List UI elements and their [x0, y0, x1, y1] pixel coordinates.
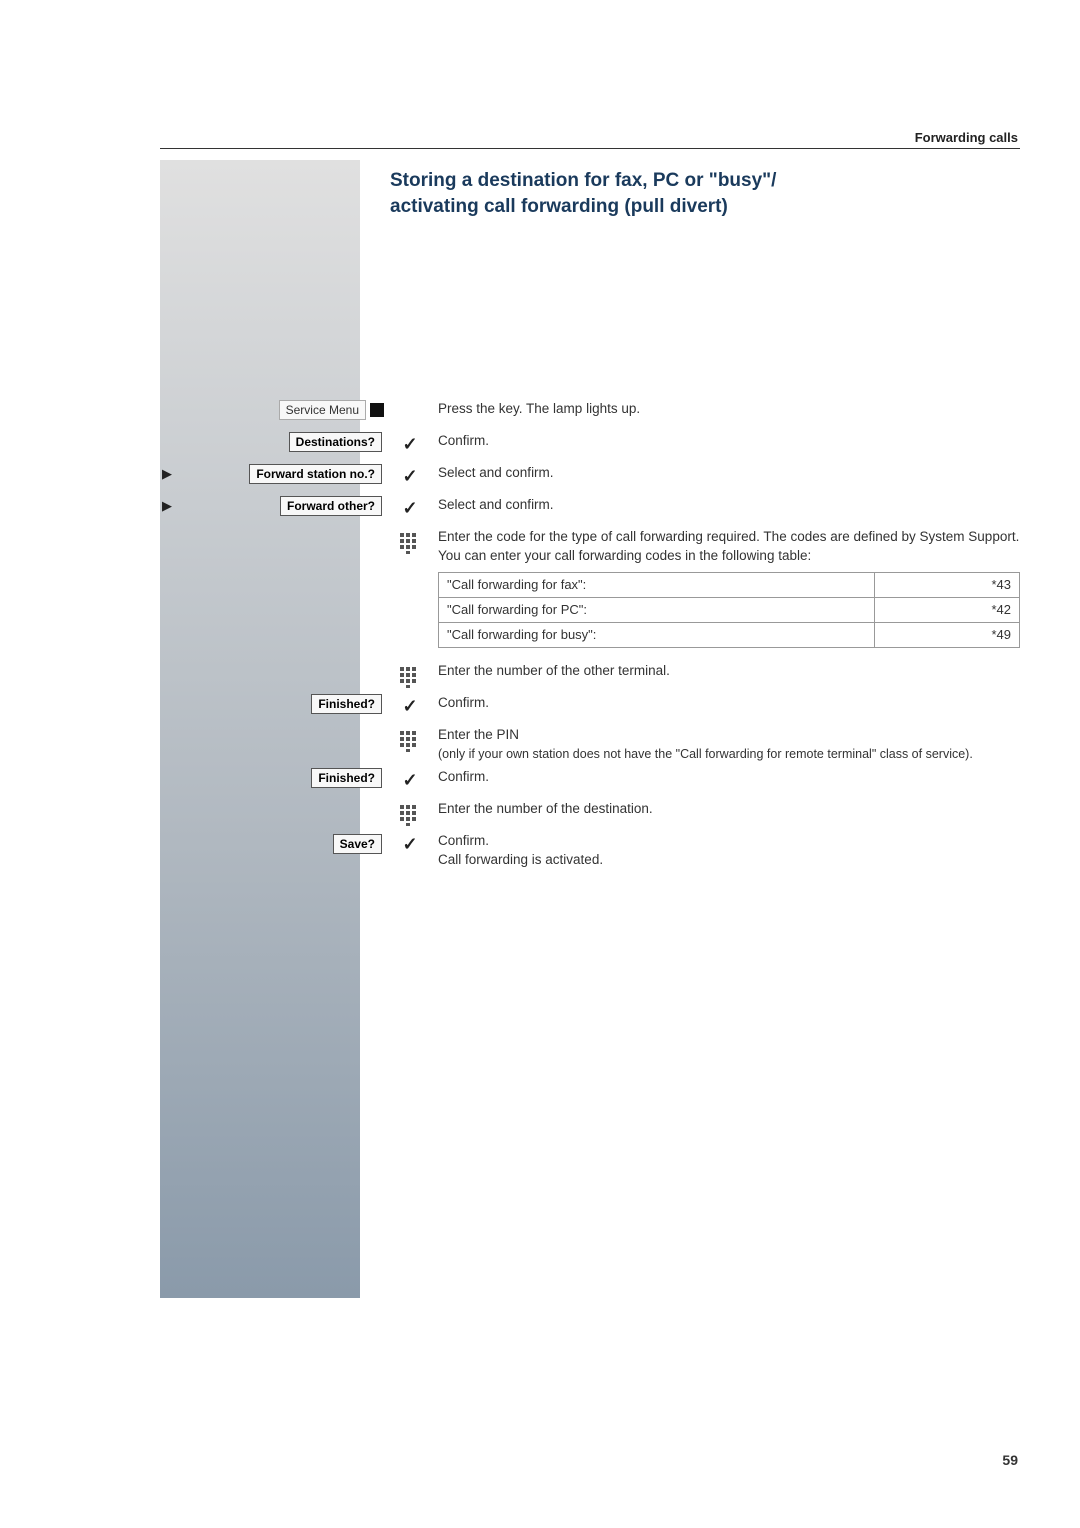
keypad-icon-2 — [399, 666, 421, 688]
black-square — [370, 403, 384, 417]
right-text-destinations: Confirm. — [430, 432, 1020, 451]
checkmark-destinations: ✓ — [402, 434, 417, 455]
icon-col-enter-dest — [390, 800, 430, 826]
section-label: Forwarding calls — [915, 130, 1018, 145]
checkmark-finished-1: ✓ — [402, 696, 417, 717]
right-text-enter-code: Enter the code for the type of call forw… — [430, 528, 1020, 656]
right-text-finished-2: Confirm. — [430, 768, 1020, 787]
code-label-busy: "Call forwarding for busy": — [439, 623, 875, 648]
icon-col-destinations: ✓ — [390, 432, 430, 455]
row-finished-2: Finished? ✓ Confirm. — [160, 768, 1020, 796]
right-text-save: Confirm. Call forwarding is activated. — [430, 832, 1020, 870]
row-forward-other: ▶ Forward other? ✓ Select and confirm. — [160, 496, 1020, 524]
right-text-enter-dest: Enter the number of the destination. — [430, 800, 1020, 819]
checkmark-finished-2: ✓ — [402, 770, 417, 791]
code-value-pc: *42 — [874, 597, 1019, 622]
checkmark-forward-station: ✓ — [402, 466, 417, 487]
icon-col-save: ✓ — [390, 832, 430, 855]
code-row-fax: "Call forwarding for fax": *43 — [439, 572, 1020, 597]
content-area: Service Menu Press the key. The lamp lig… — [160, 400, 1020, 874]
keypad-icon-4 — [399, 804, 421, 826]
finished-2-box: Finished? — [311, 768, 382, 788]
destinations-box: Destinations? — [289, 432, 382, 452]
save-box: Save? — [333, 834, 382, 854]
icon-col-finished-1: ✓ — [390, 694, 430, 717]
right-text-enter-number: Enter the number of the other terminal. — [430, 662, 1020, 681]
page-title: Storing a destination for fax, PC or "bu… — [390, 168, 1020, 219]
row-finished-1: Finished? ✓ Confirm. — [160, 694, 1020, 722]
right-text-forward-station: Select and confirm. — [430, 464, 1020, 483]
row-enter-code: Enter the code for the type of call forw… — [160, 528, 1020, 656]
code-row-pc: "Call forwarding for PC": *42 — [439, 597, 1020, 622]
keypad-icon — [399, 532, 421, 554]
code-row-busy: "Call forwarding for busy": *49 — [439, 623, 1020, 648]
finished-1-box: Finished? — [311, 694, 382, 714]
code-label-pc: "Call forwarding for PC": — [439, 597, 875, 622]
service-menu-box: Service Menu — [279, 400, 366, 420]
call-forwarding-activated: Call forwarding is activated. — [438, 852, 603, 867]
checkmark-save: ✓ — [402, 834, 417, 855]
icon-col-enter-number — [390, 662, 430, 688]
right-text-service: Press the key. The lamp lights up. — [430, 400, 1020, 419]
icon-col-enter-pin — [390, 726, 430, 752]
code-table: "Call forwarding for fax": *43 "Call for… — [438, 572, 1020, 649]
row-enter-number: Enter the number of the other terminal. — [160, 662, 1020, 690]
header-rule — [160, 148, 1020, 149]
keypad-icon-3 — [399, 730, 421, 752]
icon-col-enter-code — [390, 528, 430, 554]
row-enter-destination: Enter the number of the destination. — [160, 800, 1020, 828]
icon-col-forward-station: ✓ — [390, 464, 430, 487]
checkmark-forward-other: ✓ — [402, 498, 417, 519]
row-save: Save? ✓ Confirm. Call forwarding is acti… — [160, 832, 1020, 870]
icon-col-forward-other: ✓ — [390, 496, 430, 519]
row-service-menu: Service Menu Press the key. The lamp lig… — [160, 400, 1020, 428]
row-forward-station: ▶ Forward station no.? ✓ Select and conf… — [160, 464, 1020, 492]
row-enter-pin: Enter the PIN (only if your own station … — [160, 726, 1020, 764]
row-destinations: Destinations? ✓ Confirm. — [160, 432, 1020, 460]
page-number: 59 — [1002, 1452, 1018, 1468]
icon-col-service — [390, 400, 430, 402]
code-value-fax: *43 — [874, 572, 1019, 597]
right-text-forward-other: Select and confirm. — [430, 496, 1020, 515]
arrow-forward-station: ▶ — [162, 466, 172, 482]
code-label-fax: "Call forwarding for fax": — [439, 572, 875, 597]
arrow-forward-other: ▶ — [162, 498, 172, 514]
forward-station-box: Forward station no.? — [249, 464, 382, 484]
icon-col-finished-2: ✓ — [390, 768, 430, 791]
right-text-enter-pin: Enter the PIN (only if your own station … — [430, 726, 1020, 764]
right-text-finished-1: Confirm. — [430, 694, 1020, 713]
code-value-busy: *49 — [874, 623, 1019, 648]
forward-other-box: Forward other? — [280, 496, 382, 516]
pin-note: (only if your own station does not have … — [438, 747, 973, 761]
